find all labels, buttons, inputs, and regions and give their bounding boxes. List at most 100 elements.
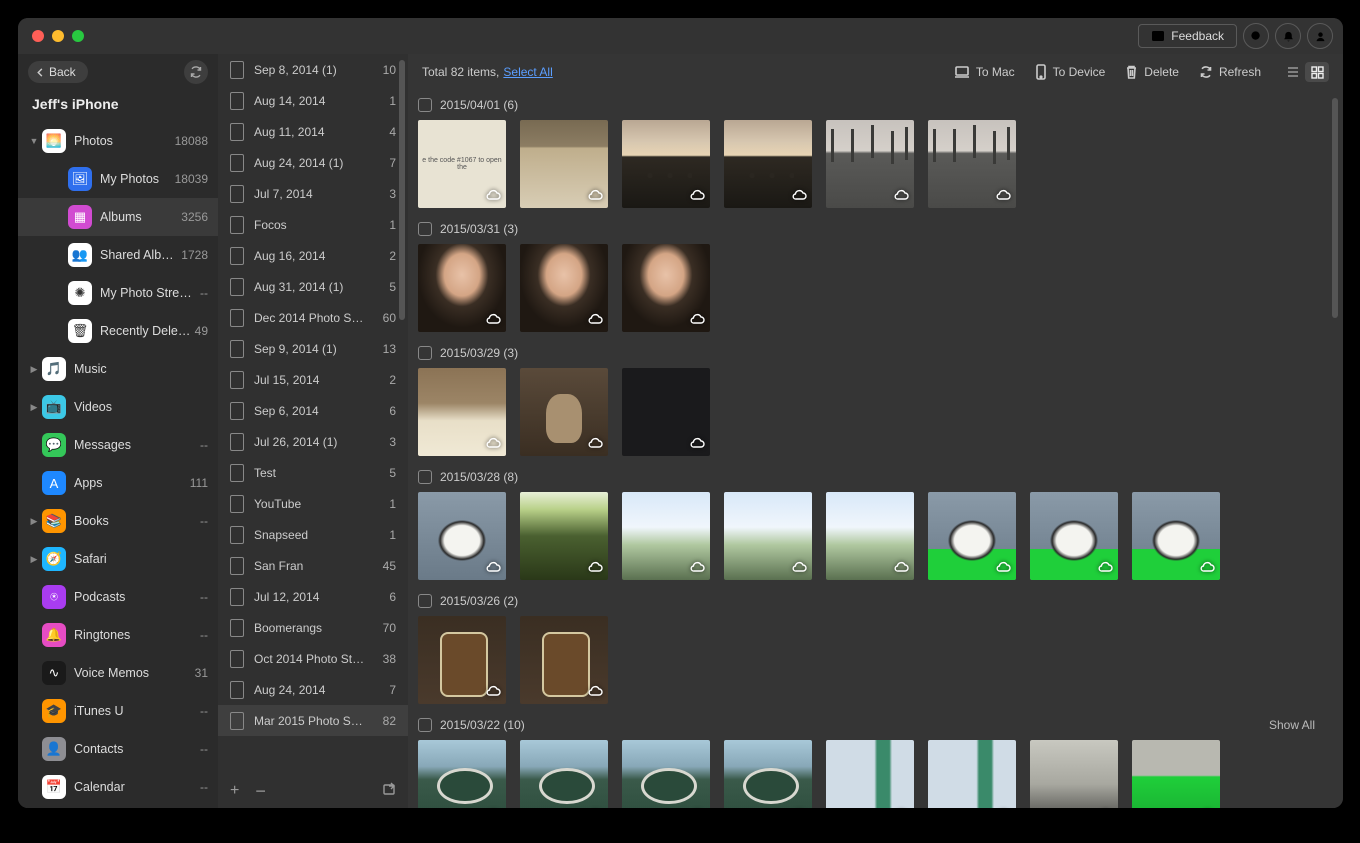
photo-thumbnail[interactable] (724, 492, 812, 580)
photo-thumbnail[interactable] (928, 740, 1016, 808)
album-item[interactable]: Aug 14, 20141 (218, 85, 408, 116)
back-button[interactable]: Back (28, 61, 88, 83)
chevron-down-icon[interactable]: ▼ (28, 136, 40, 146)
photo-thumbnail[interactable] (1132, 740, 1220, 808)
photo-thumbnail[interactable] (622, 368, 710, 456)
photo-thumbnail[interactable] (418, 740, 506, 808)
sidebar-item-voice-memos[interactable]: ∿Voice Memos31 (18, 654, 218, 692)
select-all-link[interactable]: Select All (503, 65, 552, 79)
sidebar-item-podcasts[interactable]: ⍟Podcasts-- (18, 578, 218, 616)
photo-thumbnail[interactable] (520, 120, 608, 208)
album-item[interactable]: Focos1 (218, 209, 408, 240)
feedback-button[interactable]: Feedback (1138, 24, 1237, 48)
album-item[interactable]: Boomerangs70 (218, 612, 408, 643)
group-checkbox[interactable] (418, 346, 432, 360)
group-checkbox[interactable] (418, 594, 432, 608)
grid-view-icon[interactable] (1305, 62, 1329, 82)
photo-thumbnail[interactable] (622, 492, 710, 580)
album-item[interactable]: Jul 15, 20142 (218, 364, 408, 395)
show-all-link[interactable]: Show All (1269, 718, 1315, 732)
group-checkbox[interactable] (418, 222, 432, 236)
album-item[interactable]: Snapseed1 (218, 519, 408, 550)
photo-thumbnail[interactable] (520, 492, 608, 580)
add-album-icon[interactable]: + (230, 782, 239, 800)
chevron-right-icon[interactable]: ▶ (28, 364, 40, 375)
album-item[interactable]: Aug 24, 20147 (218, 674, 408, 705)
photo-thumbnail[interactable]: e the code #1067 to open the (418, 120, 506, 208)
photo-thumbnail[interactable] (826, 120, 914, 208)
photo-thumbnail[interactable] (724, 120, 812, 208)
sidebar-item-safari[interactable]: ▶🧭Safari (18, 540, 218, 578)
sidebar-item-ringtones[interactable]: 🔔Ringtones-- (18, 616, 218, 654)
sidebar-item-my-photo-stream[interactable]: ✺My Photo Stream-- (18, 274, 218, 312)
sidebar-item-calendar[interactable]: 📅Calendar-- (18, 768, 218, 806)
sidebar-item-my-photos[interactable]: 🖼My Photos18039 (18, 160, 218, 198)
album-item[interactable]: Jul 26, 2014 (1)3 (218, 426, 408, 457)
photo-thumbnail[interactable] (520, 616, 608, 704)
export-icon[interactable] (382, 782, 396, 801)
photo-thumbnail[interactable] (520, 368, 608, 456)
list-view-icon[interactable] (1281, 62, 1305, 82)
fullscreen-icon[interactable] (72, 30, 84, 42)
bell-icon[interactable] (1275, 23, 1301, 49)
photo-thumbnail[interactable] (418, 616, 506, 704)
remove-album-icon[interactable]: − (255, 781, 266, 802)
photo-thumbnail[interactable] (724, 740, 812, 808)
album-item[interactable]: Aug 16, 20142 (218, 240, 408, 271)
photo-thumbnail[interactable] (520, 740, 608, 808)
scrollbar[interactable] (1332, 98, 1338, 318)
photo-thumbnail[interactable] (928, 120, 1016, 208)
close-icon[interactable] (32, 30, 44, 42)
album-item[interactable]: Aug 31, 2014 (1)5 (218, 271, 408, 302)
group-checkbox[interactable] (418, 470, 432, 484)
photo-thumbnail[interactable] (1132, 492, 1220, 580)
album-item[interactable]: YouTube1 (218, 488, 408, 519)
photo-thumbnail[interactable] (622, 120, 710, 208)
sidebar-item-shared-albums[interactable]: 👥Shared Albums1728 (18, 236, 218, 274)
album-item[interactable]: Aug 24, 2014 (1)7 (218, 147, 408, 178)
sidebar-item-photos[interactable]: ▼🌅Photos18088 (18, 122, 218, 160)
album-item[interactable]: Oct 2014 Photo St…38 (218, 643, 408, 674)
photo-thumbnail[interactable] (826, 492, 914, 580)
sidebar-item-contacts[interactable]: 👤Contacts-- (18, 730, 218, 768)
group-checkbox[interactable] (418, 718, 432, 732)
photo-thumbnail[interactable] (418, 492, 506, 580)
minimize-icon[interactable] (52, 30, 64, 42)
photo-thumbnail[interactable] (622, 244, 710, 332)
album-item[interactable]: Dec 2014 Photo S…60 (218, 302, 408, 333)
sidebar-item-itunes-u[interactable]: 🎓iTunes U-- (18, 692, 218, 730)
photo-thumbnail[interactable] (622, 740, 710, 808)
sync-icon[interactable] (184, 60, 208, 84)
photo-thumbnail[interactable] (418, 244, 506, 332)
chevron-right-icon[interactable]: ▶ (28, 554, 40, 565)
sidebar-item-recently-deleted[interactable]: 🗑Recently Deleted49 (18, 312, 218, 350)
album-item[interactable]: Aug 11, 20144 (218, 116, 408, 147)
photo-thumbnail[interactable] (826, 740, 914, 808)
album-item[interactable]: Sep 8, 2014 (1)10 (218, 54, 408, 85)
sidebar-item-videos[interactable]: ▶📺Videos (18, 388, 218, 426)
chevron-right-icon[interactable]: ▶ (28, 516, 40, 527)
photo-thumbnail[interactable] (520, 244, 608, 332)
sidebar-item-music[interactable]: ▶🎵Music (18, 350, 218, 388)
sidebar-item-books[interactable]: ▶📚Books-- (18, 502, 218, 540)
photo-thumbnail[interactable] (1030, 492, 1118, 580)
album-item[interactable]: Jul 12, 20146 (218, 581, 408, 612)
sidebar-item-messages[interactable]: 💬Messages-- (18, 426, 218, 464)
refresh-button[interactable]: Refresh (1191, 61, 1269, 83)
album-item[interactable]: Mar 2015 Photo S…82 (218, 705, 408, 736)
to-mac-button[interactable]: To Mac (946, 61, 1023, 83)
photo-thumbnail[interactable] (418, 368, 506, 456)
sidebar-item-apps[interactable]: AApps111 (18, 464, 218, 502)
album-item[interactable]: Sep 6, 20146 (218, 395, 408, 426)
album-item[interactable]: San Fran45 (218, 550, 408, 581)
chevron-right-icon[interactable]: ▶ (28, 402, 40, 413)
to-device-button[interactable]: To Device (1027, 60, 1114, 84)
photo-thumbnail[interactable] (1030, 740, 1118, 808)
photo-thumbnail[interactable] (928, 492, 1016, 580)
scrollbar[interactable] (399, 60, 405, 320)
album-item[interactable]: Sep 9, 2014 (1)13 (218, 333, 408, 364)
delete-button[interactable]: Delete (1117, 61, 1187, 84)
user-icon[interactable] (1307, 23, 1333, 49)
group-checkbox[interactable] (418, 98, 432, 112)
album-item[interactable]: Jul 7, 20143 (218, 178, 408, 209)
